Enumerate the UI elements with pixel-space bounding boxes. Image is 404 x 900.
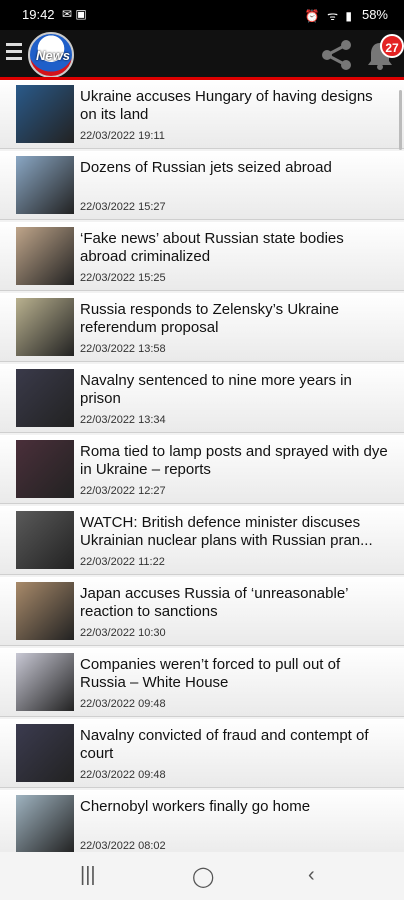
article-title: Chernobyl workers finally go home xyxy=(80,798,311,815)
article-thumbnail xyxy=(16,653,74,711)
share-icon[interactable] xyxy=(320,40,354,70)
article-thumbnail xyxy=(16,795,74,853)
article-thumbnail xyxy=(16,298,74,356)
article-item[interactable]: Russia responds to Zelensky’s Ukraine re… xyxy=(0,293,404,362)
article-title: Dozens of Russian jets seized abroad xyxy=(80,159,332,176)
article-date: 22/03/2022 08:02 xyxy=(80,840,166,852)
status-time: 19:42 xyxy=(22,7,55,22)
article-item[interactable]: Chernobyl workers finally go home 22/03/2… xyxy=(0,790,404,859)
home-button[interactable]: ◯ xyxy=(192,864,214,889)
status-bar: 19:42 ✉ ▣ ⏰ ᯤ ▮ 58% xyxy=(0,0,404,30)
article-thumbnail xyxy=(16,369,74,427)
article-date: 22/03/2022 09:48 xyxy=(80,698,166,710)
article-thumbnail xyxy=(16,582,74,640)
system-icons: ⏰ ᯤ ▮ xyxy=(304,9,354,23)
article-item[interactable]: Companies weren’t forced to pull out of … xyxy=(0,648,404,717)
navigation-bar: ||| ◯ ‹ xyxy=(0,852,404,900)
article-title: ‘Fake news’ about Russian state bodies a… xyxy=(80,230,344,265)
article-date: 22/03/2022 19:11 xyxy=(80,130,165,142)
article-thumbnail xyxy=(16,156,74,214)
article-list: Ukraine accuses Hungary of having design… xyxy=(0,80,404,861)
notification-icons: ✉ ▣ xyxy=(62,7,87,21)
article-item[interactable]: Navalny convicted of fraud and contempt … xyxy=(0,719,404,788)
article-date: 22/03/2022 11:22 xyxy=(80,556,165,568)
article-title: Companies weren’t forced to pull out of … xyxy=(80,656,341,691)
article-thumbnail xyxy=(16,227,74,285)
article-item[interactable]: Japan accuses Russia of ‘unreasonable’ r… xyxy=(0,577,404,646)
article-title: Japan accuses Russia of ‘unreasonable’ r… xyxy=(80,585,348,620)
article-title: Navalny sentenced to nine more years in … xyxy=(80,372,352,407)
app-bar: News 27 xyxy=(0,30,404,78)
article-thumbnail xyxy=(16,85,74,143)
logo-text: News xyxy=(36,48,70,63)
article-item[interactable]: Roma tied to lamp posts and sprayed with… xyxy=(0,435,404,504)
article-title: Russia responds to Zelensky’s Ukraine re… xyxy=(80,301,340,336)
battery-level: 58% xyxy=(361,7,388,22)
article-date: 22/03/2022 12:27 xyxy=(80,485,166,497)
article-thumbnail xyxy=(16,511,74,569)
article-date: 22/03/2022 15:25 xyxy=(80,272,166,284)
article-date: 22/03/2022 13:58 xyxy=(80,343,166,355)
article-date: 22/03/2022 15:27 xyxy=(80,201,166,213)
article-title: Roma tied to lamp posts and sprayed with… xyxy=(80,443,388,478)
article-title: Ukraine accuses Hungary of having design… xyxy=(80,88,373,123)
scrollbar[interactable] xyxy=(399,90,402,150)
article-item[interactable]: WATCH: British defence minister discuses… xyxy=(0,506,404,575)
menu-icon[interactable] xyxy=(6,43,22,64)
recent-apps-button[interactable]: ||| xyxy=(80,864,96,887)
article-date: 22/03/2022 10:30 xyxy=(80,627,166,639)
article-item[interactable]: Navalny sentenced to nine more years in … xyxy=(0,364,404,433)
article-thumbnail xyxy=(16,440,74,498)
notification-badge[interactable]: 27 xyxy=(380,34,404,58)
article-date: 22/03/2022 09:48 xyxy=(80,769,166,781)
article-item[interactable]: Ukraine accuses Hungary of having design… xyxy=(0,80,404,149)
article-thumbnail xyxy=(16,724,74,782)
article-title: Navalny convicted of fraud and contempt … xyxy=(80,727,369,762)
article-title: WATCH: British defence minister discuses… xyxy=(80,514,373,549)
article-item[interactable]: ‘Fake news’ about Russian state bodies a… xyxy=(0,222,404,291)
article-item[interactable]: Dozens of Russian jets seized abroad 22/0… xyxy=(0,151,404,220)
app-logo: News xyxy=(28,32,74,78)
article-date: 22/03/2022 13:34 xyxy=(80,414,166,426)
back-button[interactable]: ‹ xyxy=(308,864,315,887)
